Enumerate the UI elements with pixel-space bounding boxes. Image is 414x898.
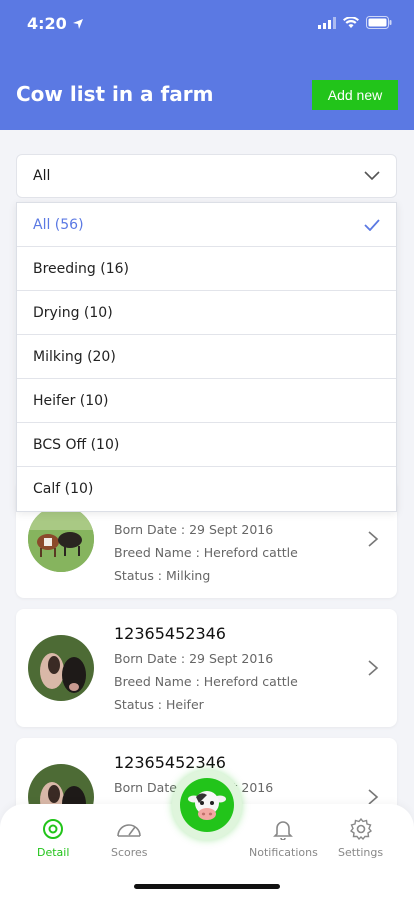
nav-detail[interactable]: Detail [37,818,69,859]
cow-avatar [28,635,94,701]
cow-id: 12365452346 [114,624,226,643]
dropdown-item-label: Breeding (16) [33,260,130,277]
signal-icon [318,16,336,29]
dropdown-item-calf[interactable]: Calf (10) [17,467,396,511]
dropdown-item-breeding[interactable]: Breeding (16) [17,247,396,291]
chevron-right-icon[interactable] [367,530,379,548]
nav-scores[interactable]: Scores [111,818,148,859]
cow-face-icon [180,778,234,832]
nav-settings-label: Settings [338,846,384,859]
bell-icon [273,821,294,840]
cow-card[interactable]: 12365452346 Born Date : 29 Sept 2016 Bre… [16,609,397,727]
home-indicator [134,884,280,889]
wifi-icon [343,16,359,28]
cow-status: Status : Heifer [114,697,204,712]
filter-dropdown: All (56) Breeding (16) Drying (10) Milki… [16,202,397,512]
filter-select[interactable]: All [16,154,397,198]
status-bar: 4:20 [0,0,414,46]
nav-settings[interactable]: Settings [338,818,383,859]
dropdown-item-drying[interactable]: Drying (10) [17,291,396,335]
born-date: Born Date : 29 Sept 2016 [114,651,274,666]
dropdown-item-label: All (56) [33,216,84,233]
chevron-down-icon [364,171,380,181]
location-arrow-icon [72,18,83,29]
dropdown-item-label: Calf (10) [33,481,94,497]
dropdown-item-label: BCS Off (10) [33,436,120,453]
dropdown-item-label: Heifer (10) [33,392,109,409]
nav-scores-label: Scores [111,846,148,859]
chevron-right-icon[interactable] [367,659,379,677]
born-date: Born Date : 29 Sept 2016 [114,522,274,537]
nav-notifications-label: Notifications [249,846,318,859]
nav-detail-label: Detail [37,846,70,859]
breed-name: Breed Name : Hereford cattle [114,545,298,560]
nav-notifications[interactable]: Notifications [249,818,318,859]
dropdown-item-bcs-off[interactable]: BCS Off (10) [17,423,396,467]
page-title: Cow list in a farm [16,82,214,106]
checkmark-icon [364,218,380,231]
time-text: 4:20 [27,14,67,33]
cow-status: Status : Milking [114,568,211,583]
battery-icon [366,16,392,29]
eye-target-icon [43,819,64,839]
dropdown-item-milking[interactable]: Milking (20) [17,335,396,379]
dropdown-item-label: Milking (20) [33,348,116,365]
status-time: 4:20 [27,14,84,33]
dropdown-item-heifer[interactable]: Heifer (10) [17,379,396,423]
add-new-button[interactable]: Add new [312,80,398,110]
cow-avatar [28,506,94,572]
gear-icon [349,818,372,840]
cow-fab-button[interactable] [172,770,242,840]
gauge-icon [117,824,142,837]
app-header: 4:20 Cow list in a farm Add new [0,0,414,130]
status-icons [318,16,392,29]
dropdown-item-all[interactable]: All (56) [17,203,396,247]
breed-name: Breed Name : Hereford cattle [114,674,298,689]
dropdown-item-label: Drying (10) [33,304,113,321]
filter-selected-value: All [33,168,51,184]
